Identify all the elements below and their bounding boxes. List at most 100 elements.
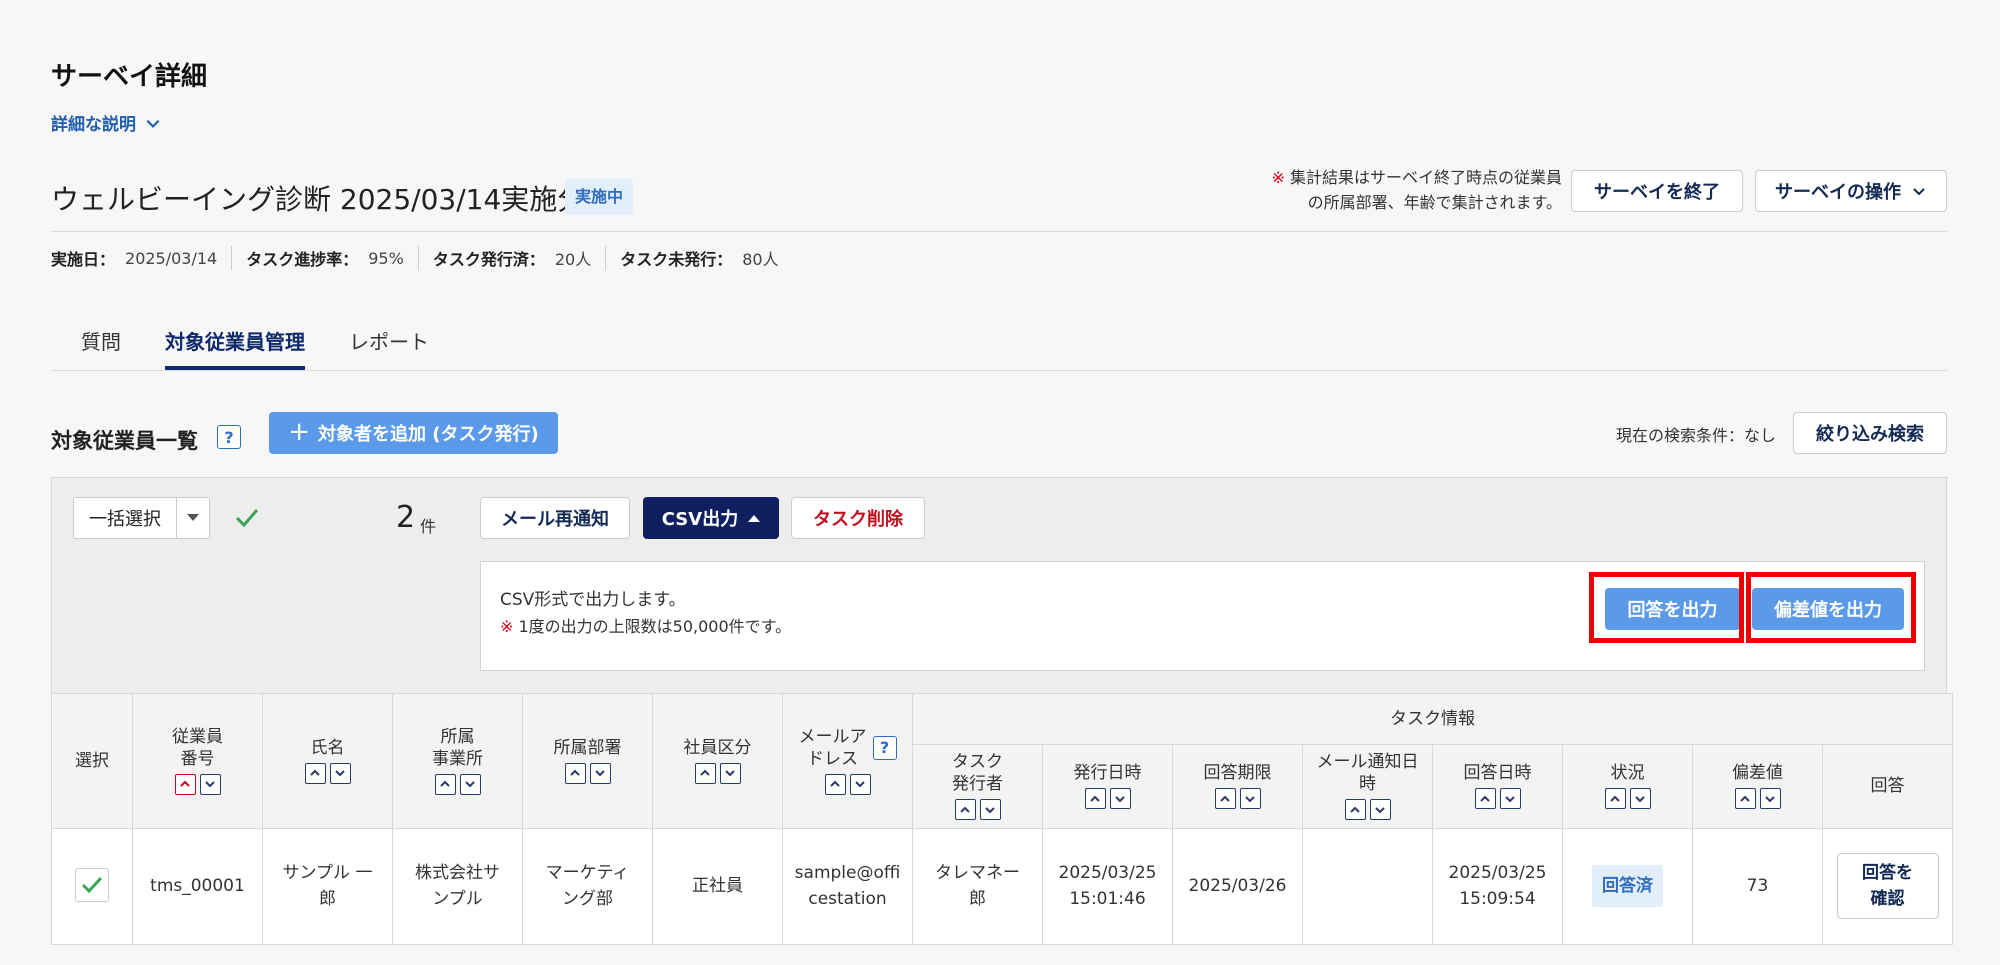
csv-export-label: CSV出力 bbox=[661, 509, 739, 530]
sort-desc-icon[interactable] bbox=[1239, 788, 1261, 809]
sort-asc-icon[interactable] bbox=[1604, 788, 1626, 809]
cell-issuer-line2: 郎 bbox=[969, 889, 986, 909]
cell-office: 株式会社サ ンプル bbox=[392, 827, 523, 945]
sort-asc-icon[interactable] bbox=[174, 773, 196, 795]
col-email: メールア ドレス ? bbox=[782, 693, 913, 829]
detail-toggle[interactable]: 詳細な説明 bbox=[51, 110, 162, 135]
col-status-label: 状況 bbox=[1610, 763, 1645, 783]
col-office: 所属 事業所 bbox=[392, 693, 523, 829]
cell-answered-at: 2025/03/25 15:09:54 bbox=[1432, 827, 1563, 945]
notice-line-2: の所属部署、年齢で集計されます。 bbox=[1307, 193, 1562, 212]
view-answer-button[interactable]: 回答を 確認 bbox=[1836, 853, 1939, 919]
meta-progress-label: タスク進捗率： bbox=[246, 250, 359, 269]
caret-down-icon[interactable] bbox=[177, 498, 209, 538]
col-answered-at-label: 回答日時 bbox=[1463, 763, 1532, 783]
col-issuer-line2: 発行者 bbox=[952, 774, 1003, 794]
tab-questions[interactable]: 質問 bbox=[81, 312, 121, 370]
col-deviation: 偏差値 bbox=[1692, 744, 1823, 829]
table-row: tms_00001 サンプル 一郎 株式会社サ ンプル マーケティ ング部 正社員 … bbox=[51, 827, 1953, 945]
col-select: 選択 bbox=[51, 693, 133, 829]
survey-ops-button[interactable]: サーベイの操作 bbox=[1755, 170, 1947, 212]
sort-desc-icon[interactable] bbox=[1369, 799, 1391, 820]
sort-asc-icon[interactable] bbox=[694, 762, 716, 784]
cell-mail-notified bbox=[1302, 827, 1433, 945]
search-condition: 現在の検索条件：なし bbox=[1616, 426, 1777, 445]
add-target-button[interactable]: + 対象者を追加 (タスク発行) bbox=[269, 412, 558, 454]
col-dept-label: 所属部署 bbox=[553, 737, 622, 758]
meta-unissued-value: 80人 bbox=[742, 250, 779, 269]
col-emp-no: 従業員 番号 bbox=[132, 693, 263, 829]
meta-date-label: 実施日： bbox=[51, 250, 116, 269]
cell-answered-time: 15:09:54 bbox=[1459, 889, 1536, 909]
view-answer-line1: 回答を bbox=[1862, 863, 1913, 883]
col-group-task-info: タスク情報 bbox=[912, 693, 1953, 745]
sort-asc-icon[interactable] bbox=[1344, 799, 1366, 820]
tab-report[interactable]: レポート bbox=[349, 312, 429, 370]
bulk-select-dropdown[interactable]: 一括選択 bbox=[73, 497, 210, 539]
csv-note-mark: ※ bbox=[500, 617, 514, 636]
sort-desc-icon[interactable] bbox=[329, 762, 351, 784]
col-email-line1: メールア bbox=[798, 726, 867, 747]
cell-dept-line1: マーケティ bbox=[545, 863, 630, 883]
sort-asc-icon[interactable] bbox=[564, 762, 586, 784]
csv-export-button[interactable]: CSV出力 bbox=[643, 497, 779, 539]
sort-desc-icon[interactable] bbox=[979, 799, 1001, 820]
row-checkbox[interactable] bbox=[75, 867, 109, 902]
col-mail-notified-line1: メール通知日 bbox=[1316, 752, 1419, 772]
sort-desc-icon[interactable] bbox=[459, 773, 481, 795]
help-icon[interactable]: ? bbox=[872, 735, 897, 760]
sort-asc-icon[interactable] bbox=[1734, 788, 1756, 809]
cell-deviation: 73 bbox=[1692, 827, 1823, 945]
sort-desc-icon[interactable] bbox=[1499, 788, 1521, 809]
notice-mark: ※ bbox=[1271, 168, 1285, 187]
caret-up-icon bbox=[748, 515, 761, 522]
sort-asc-icon[interactable] bbox=[304, 762, 326, 784]
cell-office-line1: 株式会社サ bbox=[415, 863, 500, 883]
delete-task-button[interactable]: タスク削除 bbox=[791, 497, 925, 539]
list-title: 対象従業員一覧 bbox=[51, 429, 198, 453]
survey-meta: 実施日： 2025/03/14 タスク進捗率： 95% タスク発行済： 20人 タスク… bbox=[51, 246, 793, 270]
col-emp-type: 社員区分 bbox=[652, 693, 783, 829]
cell-email-line2: cestation bbox=[808, 889, 887, 909]
col-name: 氏名 bbox=[262, 693, 393, 829]
sort-desc-icon[interactable] bbox=[719, 762, 741, 784]
sort-asc-icon[interactable] bbox=[1214, 788, 1236, 809]
cell-select bbox=[51, 827, 133, 945]
cell-answer: 回答を 確認 bbox=[1822, 827, 1953, 945]
check-icon[interactable] bbox=[234, 505, 260, 531]
selected-count: 2 bbox=[396, 500, 416, 535]
cell-issuer: タレマネー郎 bbox=[912, 827, 1043, 945]
sort-asc-icon[interactable] bbox=[1084, 788, 1106, 809]
sort-desc-icon[interactable] bbox=[199, 773, 221, 795]
col-issuer: タスク 発行者 bbox=[912, 744, 1043, 829]
page-title: サーベイ詳細 bbox=[51, 62, 208, 92]
highlight-box bbox=[1746, 572, 1916, 643]
sort-desc-icon[interactable] bbox=[1109, 788, 1131, 809]
cell-dept-line2: ング部 bbox=[562, 889, 613, 909]
col-deviation-label: 偏差値 bbox=[1732, 763, 1783, 783]
divider bbox=[51, 231, 1947, 232]
chevron-down-icon bbox=[1913, 188, 1925, 196]
sort-asc-icon[interactable] bbox=[954, 799, 976, 820]
meta-unissued-label: タスク未発行： bbox=[620, 250, 733, 269]
sort-asc-icon[interactable] bbox=[824, 773, 846, 795]
end-survey-button[interactable]: サーベイを終了 bbox=[1571, 170, 1743, 212]
chevron-down-icon bbox=[146, 119, 160, 128]
col-answer: 回答 bbox=[1822, 744, 1953, 829]
meta-issued-value: 20人 bbox=[554, 250, 592, 269]
cell-name-line2: 郎 bbox=[319, 889, 336, 909]
sort-desc-icon[interactable] bbox=[589, 762, 611, 784]
aggregation-notice: ※ 集計結果はサーベイ終了時点の従業員 の所属部署、年齢で集計されます。 bbox=[1238, 165, 1562, 215]
help-icon[interactable]: ? bbox=[217, 425, 241, 449]
sort-desc-icon[interactable] bbox=[849, 773, 871, 795]
status-badge: 実施中 bbox=[565, 179, 634, 215]
sort-asc-icon[interactable] bbox=[1474, 788, 1496, 809]
sort-desc-icon[interactable] bbox=[1759, 788, 1781, 809]
filter-search-button[interactable]: 絞り込み検索 bbox=[1793, 412, 1947, 454]
col-email-line2: ドレス bbox=[807, 748, 858, 769]
mail-renotify-button[interactable]: メール再通知 bbox=[480, 497, 630, 539]
meta-date-value: 2025/03/14 bbox=[125, 248, 218, 268]
sort-desc-icon[interactable] bbox=[1629, 788, 1651, 809]
sort-asc-icon[interactable] bbox=[434, 773, 456, 795]
tab-target-employees[interactable]: 対象従業員管理 bbox=[165, 312, 305, 370]
